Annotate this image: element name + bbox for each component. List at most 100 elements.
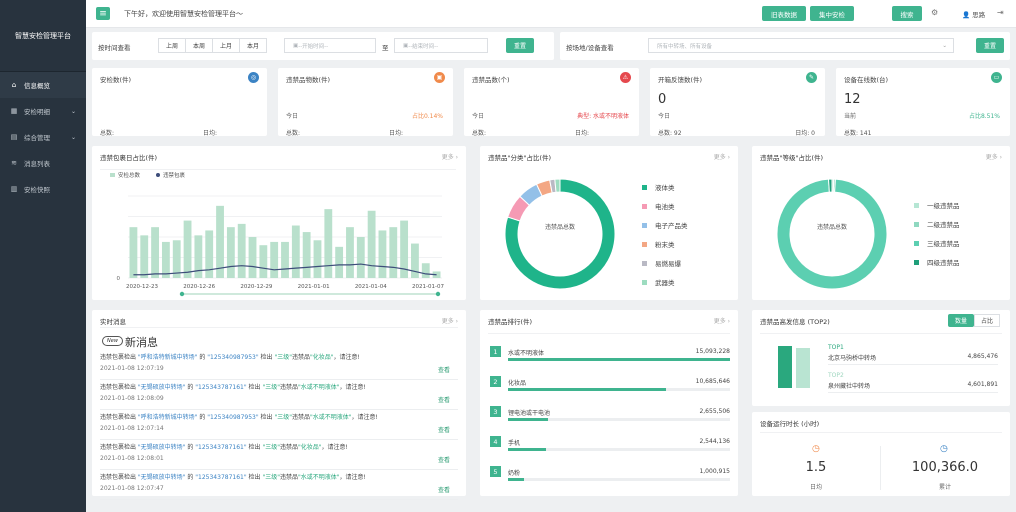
legend-item[interactable]: 液体类 <box>642 182 675 192</box>
rank-name: 手机 <box>508 440 521 447</box>
legend-swatch <box>642 279 647 285</box>
legend-swatch <box>642 260 647 266</box>
card-title: 实时消息 <box>100 318 126 326</box>
view-link[interactable]: 查看 <box>438 425 450 434</box>
message-suffix: ，请注意! <box>351 414 378 421</box>
site-device-select[interactable]: 所有中转场、所有设备 ⌄ <box>648 38 954 53</box>
message-category: 违禁品 <box>279 444 298 451</box>
legend-swatch <box>642 222 647 228</box>
message-waybill[interactable]: "125340987953" <box>207 414 258 421</box>
sidebar-item-messages[interactable]: ≋ 消息列表 <box>0 150 86 176</box>
message-site[interactable]: "无锡硕放中转场" <box>138 384 186 391</box>
view-link[interactable]: 查看 <box>438 395 450 404</box>
message-waybill[interactable]: "125343787161" <box>195 384 246 391</box>
legend-item[interactable]: 电池类 <box>642 201 675 211</box>
end-time-input[interactable]: ▣ --结束时间-- <box>394 38 488 53</box>
segment-this-week[interactable]: 本周 <box>185 38 213 53</box>
message-level: "三级" <box>262 384 280 391</box>
message-category: 违禁品 <box>291 414 310 421</box>
old-data-button[interactable]: 旧表数据 <box>762 6 806 21</box>
kpi-card-devices-online: 设备在线数(台) ▭ 12 当前 占比8.51% 总数: 141 <box>836 68 1010 137</box>
rank-number: 3 <box>490 406 501 417</box>
top2-card: 违禁品高发信息 (TOP2) 数量 占比 TOP1 北京马驹桥中转场 4,865… <box>752 310 1010 406</box>
more-link[interactable]: 更多 › <box>442 316 458 325</box>
warning-icon: ⚠ <box>620 72 631 83</box>
view-link[interactable]: 查看 <box>438 485 450 494</box>
message-item-name: "化妆品" <box>309 354 334 361</box>
legend-label: 二级违禁品 <box>927 221 960 229</box>
more-link[interactable]: 更多 › <box>714 152 730 161</box>
sidebar-item-snapshots[interactable]: ▥ 安检快照 <box>0 176 86 202</box>
sidebar-item-details[interactable]: ▦ 安检明细 ⌄ <box>0 98 86 124</box>
edit-icon: ✎ <box>806 72 817 83</box>
runtime-card: 设备运行时长 (小时) ◷ ◷ 1.5 日均 100,366.0 累计 <box>752 412 1010 496</box>
sidebar-item-label: 信息概览 <box>24 82 50 90</box>
menu-toggle-button[interactable]: ≡ <box>96 7 110 20</box>
legend-swatch <box>914 240 919 246</box>
user-menu[interactable]: 👤 思路 <box>962 9 985 19</box>
kpi-daily-avg: 日均: <box>574 130 589 137</box>
segment-this-month[interactable]: 本月 <box>239 38 267 53</box>
legend-swatch <box>642 203 647 209</box>
tab-ratio[interactable]: 占比 <box>974 314 1000 327</box>
time-reset-button[interactable]: 重置 <box>506 38 534 53</box>
legend-item[interactable]: 一级违禁品 <box>914 200 960 210</box>
rank-number: 1 <box>490 346 501 357</box>
rank-value: 2,544,136 <box>699 438 730 445</box>
gear-icon[interactable]: ⚙ <box>931 8 938 17</box>
message-prefix: 违禁包裹检出 <box>100 414 138 421</box>
message-detect: 检出 <box>258 414 275 421</box>
card-title: 违禁品"等级"占比(件) <box>760 154 824 162</box>
segment-last-month[interactable]: 上月 <box>212 38 240 53</box>
kpi-card-inspections: 安检数(件) ◎ 总数: 日均: <box>92 68 267 137</box>
more-link[interactable]: 更多 › <box>986 152 1002 161</box>
donut-slice <box>828 178 833 193</box>
ranking-row: 4 手机 2,544,136 <box>490 434 730 464</box>
logout-icon[interactable]: ⇥ <box>997 8 1004 17</box>
range-separator: 至 <box>382 44 389 52</box>
view-link[interactable]: 查看 <box>438 455 450 464</box>
start-time-input[interactable]: ▣ --开始时间-- <box>284 38 376 53</box>
sidebar-item-label: 综合管理 <box>24 134 50 142</box>
card-title: 违禁品"分类"占比(件) <box>488 154 552 162</box>
app-title: 智慧安检管理平台 <box>0 0 86 72</box>
legend-item[interactable]: 粉末类 <box>642 239 675 249</box>
message-prefix: 违禁包裹检出 <box>100 354 138 361</box>
site-reset-button[interactable]: 重置 <box>976 38 1004 53</box>
bar <box>389 227 398 278</box>
user-icon: 👤 <box>962 11 971 19</box>
message-waybill[interactable]: "125343787161" <box>195 474 246 481</box>
more-link[interactable]: 更多 › <box>442 152 458 161</box>
search-button[interactable]: 搜索 <box>892 6 922 21</box>
view-link[interactable]: 查看 <box>438 365 450 374</box>
rank-bar-fill <box>508 358 730 361</box>
legend-item[interactable]: 四级违禁品 <box>914 257 960 267</box>
legend-item[interactable]: 三级违禁品 <box>914 238 960 248</box>
legend-item[interactable]: 武器类 <box>642 277 675 287</box>
message-text: 违禁包裹检出 "无锡硕放中转场" 的 "125343787161" 检出 "三级… <box>100 472 366 481</box>
message-site[interactable]: "呼和浩特新城中转场" <box>138 354 198 361</box>
message-detect: 检出 <box>246 444 263 451</box>
more-link[interactable]: 更多 › <box>714 316 730 325</box>
legend-swatch <box>110 173 115 177</box>
kpi-total: 总数: 141 <box>844 130 872 137</box>
sidebar-item-management[interactable]: ▤ 综合管理 ⌄ <box>0 124 86 150</box>
legend-item[interactable]: 二级违禁品 <box>914 219 960 229</box>
message-item-name: "水或不明液体" <box>297 384 340 391</box>
tab-count[interactable]: 数量 <box>948 314 974 327</box>
top2-value: 4,865,476 <box>967 353 998 360</box>
legend-item[interactable]: 易燃易爆 <box>642 258 681 268</box>
sidebar-item-overview[interactable]: ⌂ 信息概览 <box>0 72 86 98</box>
message-waybill[interactable]: "125343787161" <box>195 444 246 451</box>
message-connector: 的 <box>185 384 196 391</box>
message-item: 违禁包裹检出 "无锡硕放中转场" 的 "125343787161" 检出 "三级… <box>100 470 458 500</box>
message-site[interactable]: "无锡硕放中转场" <box>138 444 186 451</box>
legend-item[interactable]: 电子产品类 <box>642 220 688 230</box>
message-site[interactable]: "无锡硕放中转场" <box>138 474 186 481</box>
segment-last-week[interactable]: 上周 <box>158 38 186 53</box>
rank-bar-track <box>508 478 730 481</box>
bar <box>291 225 300 278</box>
message-waybill[interactable]: "125340987953" <box>207 354 258 361</box>
center-inspection-button[interactable]: 集中安检 <box>810 6 854 21</box>
message-site[interactable]: "呼和浩特新城中转场" <box>138 414 198 421</box>
